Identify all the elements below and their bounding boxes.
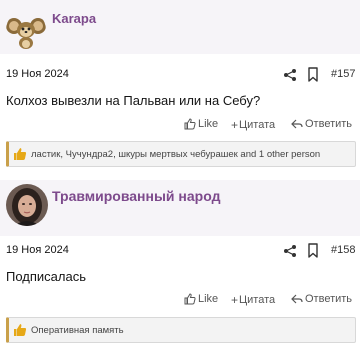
post-actions: Like + Цитата Ответить (0, 118, 360, 136)
bookmark-icon[interactable] (307, 243, 319, 258)
reply-label: Ответить (305, 118, 353, 130)
user-portrait-icon (6, 184, 48, 226)
plus-icon: + (231, 118, 239, 132)
reply-label: Ответить (305, 293, 353, 305)
like-reaction-icon (14, 324, 27, 336)
author-block: Травмированный народ (0, 180, 360, 236)
bookmark-icon[interactable] (307, 67, 319, 82)
post-number[interactable]: #157 (331, 68, 355, 80)
thumbs-up-icon (184, 118, 196, 130)
reply-button[interactable]: Ответить (291, 118, 352, 130)
like-label: Like (198, 118, 219, 130)
post-message: Колхоз вывезли на Пальван или на Себу? (6, 93, 261, 108)
reply-button[interactable]: Ответить (291, 293, 352, 305)
like-button[interactable]: Like (184, 118, 218, 130)
post-message: Подписалась (6, 269, 86, 284)
share-icon[interactable] (283, 68, 297, 82)
author-name[interactable]: Травмированный народ (52, 188, 220, 204)
avatar[interactable] (6, 10, 46, 50)
author-name[interactable]: Karapa (52, 11, 96, 26)
reactions-bar[interactable]: Оперативная память (6, 317, 356, 343)
post-date[interactable]: 19 Ноя 2024 (6, 68, 69, 80)
share-icon[interactable] (283, 244, 297, 258)
like-label: Like (198, 293, 219, 305)
post-date[interactable]: 19 Ноя 2024 (6, 244, 69, 256)
post-actions: Like + Цитата Ответить (0, 293, 360, 311)
reactions-bar[interactable]: ластик, Чучундра2, шкуры мертвых чебураш… (6, 141, 356, 167)
like-reaction-icon (14, 148, 27, 160)
like-button[interactable]: Like (184, 293, 218, 305)
plus-icon: + (231, 293, 239, 307)
post-meta: 19 Ноя 2024 #158 (0, 240, 360, 262)
reactions-list[interactable]: Оперативная память (31, 325, 124, 336)
avatar[interactable] (6, 184, 48, 226)
reactions-list[interactable]: ластик, Чучундра2, шкуры мертвых чебураш… (31, 149, 320, 160)
quote-button[interactable]: + Цитата (231, 293, 275, 307)
quote-label: Цитата (239, 294, 276, 306)
quote-label: Цитата (239, 119, 276, 131)
author-block: Karapa (0, 0, 360, 54)
reply-icon (291, 119, 303, 129)
quote-button[interactable]: + Цитата (231, 118, 275, 132)
post-number[interactable]: #158 (331, 244, 355, 256)
reply-icon (291, 294, 303, 304)
post-meta: 19 Ноя 2024 #157 (0, 64, 360, 86)
cheburashka-icon (6, 10, 46, 50)
thumbs-up-icon (184, 293, 196, 305)
